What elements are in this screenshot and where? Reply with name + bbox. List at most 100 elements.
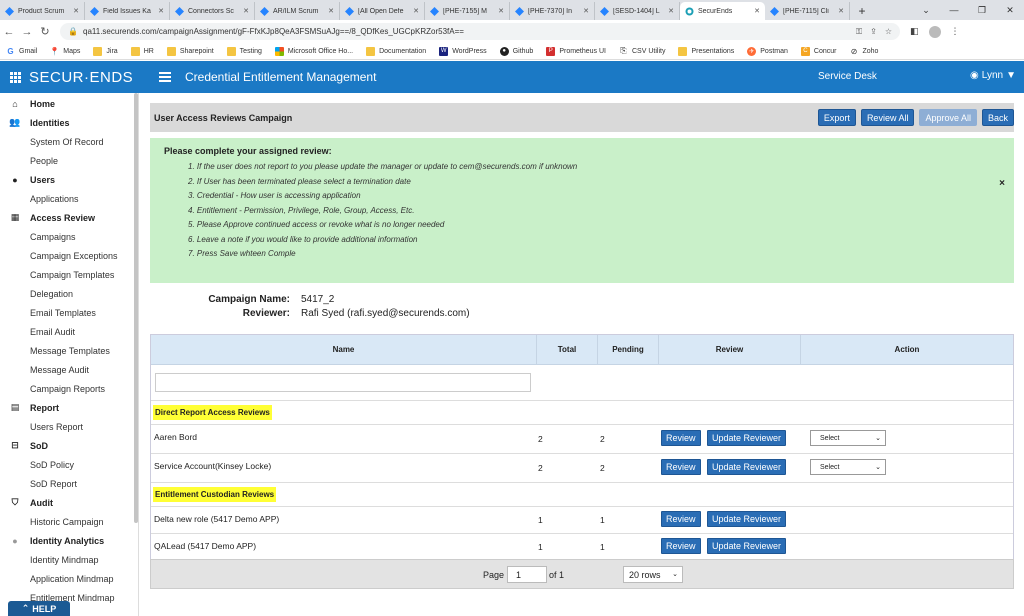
browser-tab-active[interactable]: SecurEnds ✕ bbox=[680, 2, 765, 20]
browser-tab[interactable]: [PHE-7115] Cli ✕ bbox=[765, 2, 850, 20]
header-total[interactable]: Total bbox=[537, 335, 598, 364]
sidebar-item-campaign-templates[interactable]: Campaign Templates bbox=[0, 265, 138, 284]
bookmark-github[interactable]: ● Github bbox=[499, 46, 533, 56]
close-icon[interactable]: ✕ bbox=[754, 7, 760, 15]
sidebar-item-identity-analytics[interactable]: ● Identity Analytics bbox=[0, 531, 138, 550]
service-desk-link[interactable]: Service Desk bbox=[818, 71, 877, 82]
close-icon[interactable]: ✕ bbox=[583, 7, 589, 15]
sidebar-item-users-report[interactable]: Users Report bbox=[0, 417, 138, 436]
header-name[interactable]: Name bbox=[151, 335, 537, 364]
bookmark-sharepoint[interactable]: Sharepoint bbox=[166, 46, 214, 56]
action-select[interactable]: Select ⌄ bbox=[810, 459, 886, 475]
close-icon[interactable]: ✕ bbox=[838, 7, 844, 15]
star-icon[interactable]: ☆ bbox=[885, 27, 892, 36]
close-icon[interactable]: ✕ bbox=[73, 7, 79, 15]
close-icon[interactable]: ✕ bbox=[668, 7, 674, 15]
sidebar-item-identity-mindmap[interactable]: Identity Mindmap bbox=[0, 550, 138, 569]
reload-icon[interactable]: ↻ bbox=[36, 25, 54, 38]
close-icon[interactable]: × bbox=[999, 178, 1005, 189]
back-arrow-icon[interactable]: ← bbox=[0, 26, 18, 38]
update-reviewer-button[interactable]: Update Reviewer bbox=[707, 511, 787, 527]
bookmark-testing[interactable]: Testing bbox=[226, 46, 262, 56]
browser-tab[interactable]: [All Open Defe ✕ bbox=[340, 2, 425, 20]
close-window-icon[interactable]: ✕ bbox=[996, 0, 1024, 20]
update-reviewer-button[interactable]: Update Reviewer bbox=[707, 430, 787, 446]
bookmark-hr[interactable]: HR bbox=[130, 46, 154, 56]
back-button[interactable]: Back bbox=[981, 109, 1014, 126]
sidebar-item-report[interactable]: ▤ Report bbox=[0, 398, 138, 417]
profile-avatar[interactable] bbox=[928, 25, 941, 38]
close-icon[interactable]: ✕ bbox=[158, 7, 164, 15]
sidebar-item-message-templates[interactable]: Message Templates bbox=[0, 341, 138, 360]
bookmark-concur[interactable]: C Concur bbox=[800, 46, 836, 56]
browser-tab[interactable]: Connectors Sc ✕ bbox=[170, 2, 255, 20]
approve-all-button[interactable]: Approve All bbox=[919, 109, 977, 126]
bookmark-zoho[interactable]: ⊘ Zoho bbox=[849, 47, 879, 56]
bookmark-presentations[interactable]: Presentations bbox=[678, 46, 734, 56]
minimize-icon[interactable]: — bbox=[940, 0, 968, 20]
sidebar-item-delegation[interactable]: Delegation bbox=[0, 284, 138, 303]
bookmark-csv[interactable]: ⎘ CSV Utility bbox=[619, 46, 665, 56]
sidebar-item-system-of-record[interactable]: System Of Record bbox=[0, 132, 138, 151]
sidepanel-icon[interactable]: ◧ bbox=[910, 26, 919, 37]
review-button[interactable]: Review bbox=[661, 511, 701, 527]
update-reviewer-button[interactable]: Update Reviewer bbox=[707, 538, 787, 554]
new-tab-button[interactable]: + bbox=[853, 2, 871, 20]
bookmark-gmail[interactable]: G Gmail bbox=[6, 47, 37, 56]
bookmark-office[interactable]: Microsoft Office Ho... bbox=[274, 46, 353, 56]
review-button[interactable]: Review bbox=[661, 459, 701, 475]
sidebar-item-application-mindmap[interactable]: Application Mindmap bbox=[0, 569, 138, 588]
forward-arrow-icon[interactable]: → bbox=[18, 26, 36, 38]
header-pending[interactable]: Pending bbox=[598, 335, 659, 364]
bookmark-jira[interactable]: Jira bbox=[93, 46, 118, 56]
sidebar-item-message-audit[interactable]: Message Audit bbox=[0, 360, 138, 379]
browser-tab[interactable]: [PHE-7155] M ✕ bbox=[425, 2, 510, 20]
export-button[interactable]: Export bbox=[817, 109, 856, 126]
rows-per-page-select[interactable]: 20 rows ⌄ bbox=[623, 566, 683, 583]
sidebar-item-campaigns[interactable]: Campaigns bbox=[0, 227, 138, 246]
bookmark-postman[interactable]: ✈ Postman bbox=[747, 46, 788, 56]
bookmark-prometheus[interactable]: P Prometheus UI bbox=[546, 46, 606, 56]
name-filter-input[interactable] bbox=[155, 373, 531, 392]
hamburger-menu-icon[interactable] bbox=[159, 72, 171, 82]
sidebar-item-applications[interactable]: Applications bbox=[0, 189, 138, 208]
review-button[interactable]: Review bbox=[661, 538, 701, 554]
sidebar-item-email-audit[interactable]: Email Audit bbox=[0, 322, 138, 341]
sidebar-item-identities[interactable]: 👥 Identities bbox=[0, 113, 138, 132]
url-input[interactable]: 🔒 qa11.securends.com/campaignAssignment/… bbox=[60, 23, 900, 40]
sidebar-item-email-templates[interactable]: Email Templates bbox=[0, 303, 138, 322]
browser-tab[interactable]: Product Scrum ✕ bbox=[0, 2, 85, 20]
sidebar-item-historic-campaign[interactable]: Historic Campaign bbox=[0, 512, 138, 531]
sidebar-item-sod-report[interactable]: SoD Report bbox=[0, 474, 138, 493]
apps-grid-icon[interactable] bbox=[10, 71, 21, 83]
sidebar-item-access-review[interactable]: ▦ Access Review bbox=[0, 208, 138, 227]
close-icon[interactable]: ✕ bbox=[243, 7, 249, 15]
menu-dots-icon[interactable]: ⋮ bbox=[951, 26, 960, 37]
close-icon[interactable]: ✕ bbox=[413, 7, 419, 15]
bookmark-maps[interactable]: 📍 Maps bbox=[50, 47, 81, 56]
review-all-button[interactable]: Review All bbox=[860, 109, 915, 126]
sidebar-item-audit[interactable]: ⛉ Audit bbox=[0, 493, 138, 512]
action-select[interactable]: Select ⌄ bbox=[810, 430, 886, 446]
sidebar-item-campaign-reports[interactable]: Campaign Reports bbox=[0, 379, 138, 398]
key-icon[interactable]: ⚿ bbox=[856, 27, 862, 37]
sidebar-item-home[interactable]: ⌂ Home bbox=[0, 94, 138, 113]
browser-tab[interactable]: [SESD-1404] L ✕ bbox=[595, 2, 680, 20]
page-number-input[interactable]: 1 bbox=[507, 566, 547, 583]
sidebar-item-sod[interactable]: ⊟ SoD bbox=[0, 436, 138, 455]
help-button[interactable]: ⌃ HELP bbox=[8, 601, 70, 616]
sidebar-scrollbar[interactable] bbox=[134, 93, 138, 523]
close-icon[interactable]: ✕ bbox=[328, 7, 334, 15]
sidebar-item-users[interactable]: ● Users bbox=[0, 170, 138, 189]
bookmark-wordpress[interactable]: W WordPress bbox=[439, 46, 487, 56]
restore-icon[interactable]: ❐ bbox=[968, 0, 996, 20]
review-button[interactable]: Review bbox=[661, 430, 701, 446]
tab-search-icon[interactable]: ⌄ bbox=[912, 0, 940, 20]
update-reviewer-button[interactable]: Update Reviewer bbox=[707, 459, 787, 475]
sidebar-item-campaign-exceptions[interactable]: Campaign Exceptions bbox=[0, 246, 138, 265]
browser-tab[interactable]: AR/ILM Scrum ✕ bbox=[255, 2, 340, 20]
sidebar-item-people[interactable]: People bbox=[0, 151, 138, 170]
bookmark-documentation[interactable]: Documentation bbox=[366, 46, 426, 56]
share-icon[interactable]: ⇪ bbox=[870, 27, 877, 36]
browser-tab[interactable]: Field Issues Ka ✕ bbox=[85, 2, 170, 20]
